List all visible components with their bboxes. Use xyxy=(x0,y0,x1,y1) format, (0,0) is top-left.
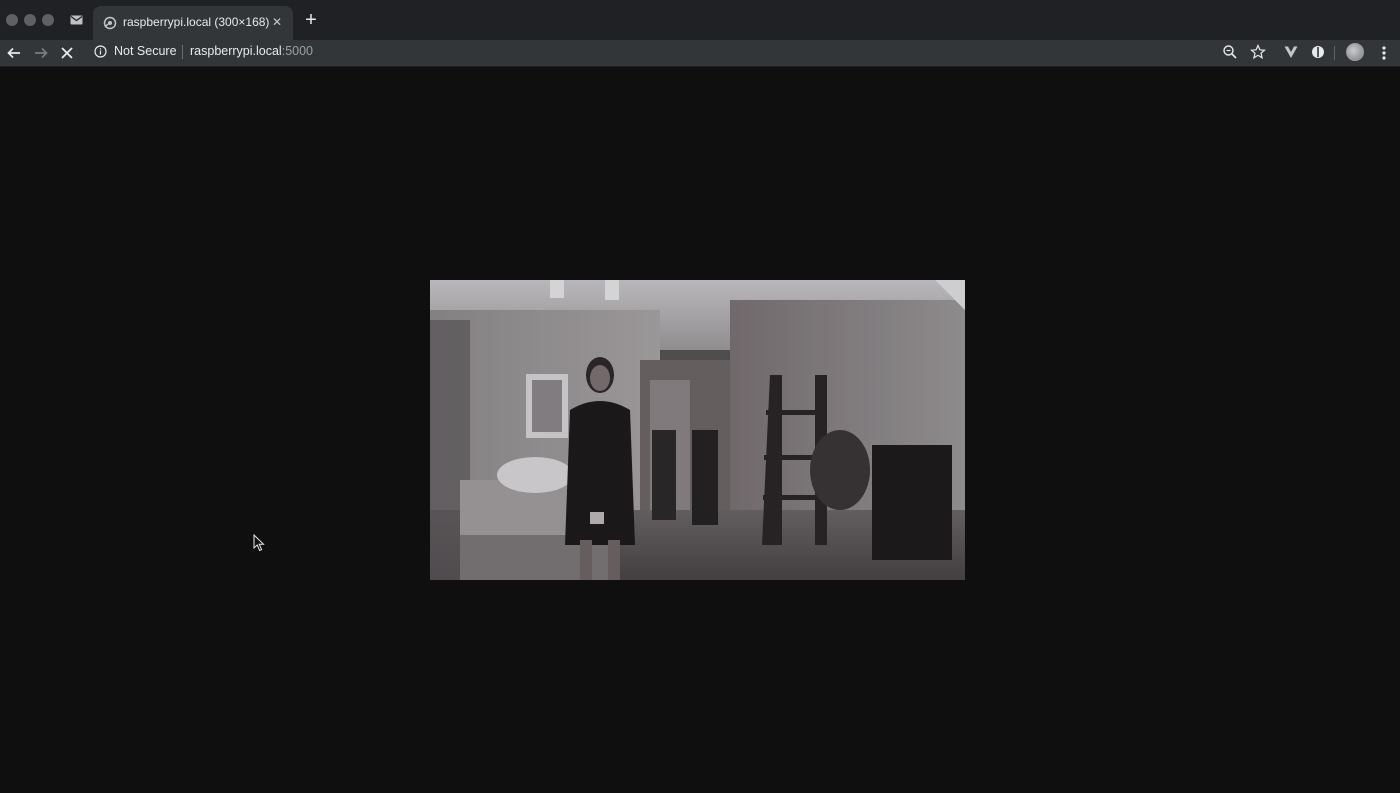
camera-favicon-icon xyxy=(103,16,117,30)
star-icon[interactable] xyxy=(1250,44,1266,60)
new-tab-button[interactable]: + xyxy=(302,10,320,30)
tab-raspberrypi[interactable]: raspberrypi.local (300×168) ✕ xyxy=(93,6,293,40)
back-arrow-icon[interactable] xyxy=(4,43,24,63)
zoom-icon[interactable] xyxy=(1222,44,1238,60)
camera-stream-image xyxy=(430,280,965,580)
page-content xyxy=(0,67,1400,793)
forward-arrow-icon[interactable] xyxy=(31,43,51,63)
vue-devtools-icon[interactable] xyxy=(1283,44,1299,60)
browser-toolbar: Not Secure raspberrypi.local:5000 xyxy=(0,40,1400,67)
window-maximize-button[interactable] xyxy=(42,14,54,26)
stream-frame-illustration xyxy=(430,280,965,580)
profile-avatar[interactable] xyxy=(1346,43,1364,61)
stop-loading-icon[interactable] xyxy=(57,43,77,63)
window-minimize-button[interactable] xyxy=(24,14,36,26)
info-icon[interactable] xyxy=(94,45,107,58)
mouse-cursor-icon xyxy=(253,534,265,552)
window-close-button[interactable] xyxy=(6,14,18,26)
menu-icon[interactable] xyxy=(1377,44,1391,62)
url-port: :5000 xyxy=(281,44,313,58)
tab-strip: raspberrypi.local (300×168) ✕ + xyxy=(0,0,1400,40)
omnibox-divider xyxy=(182,45,183,59)
tab-close-icon[interactable]: ✕ xyxy=(269,14,285,30)
mail-icon[interactable] xyxy=(70,14,83,26)
toolbar-divider xyxy=(1334,46,1335,60)
extension-icon[interactable] xyxy=(1310,44,1326,60)
url-host: raspberrypi.local xyxy=(190,44,282,58)
tab-title: raspberrypi.local (300×168) xyxy=(123,15,270,29)
security-indicator[interactable]: Not Secure xyxy=(114,44,177,58)
address-bar[interactable]: Not Secure raspberrypi.local:5000 xyxy=(86,40,1276,64)
url-text[interactable]: raspberrypi.local:5000 xyxy=(190,44,313,58)
